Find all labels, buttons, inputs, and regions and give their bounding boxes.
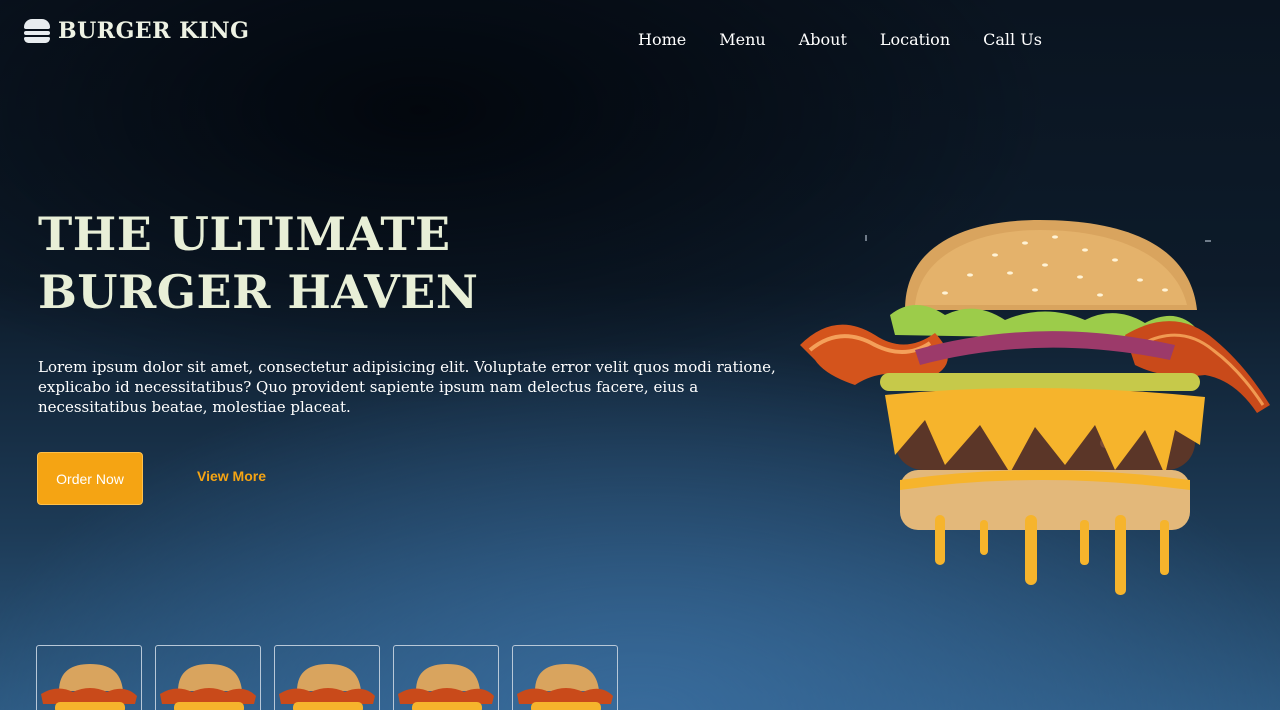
thumbnail-strip <box>36 645 618 710</box>
nav-home[interactable]: Home <box>638 30 686 49</box>
hero-title: THE ULTIMATE BURGER HAVEN <box>38 205 478 321</box>
brand-logo[interactable]: BURGER KING <box>24 18 249 44</box>
nav-menu[interactable]: Menu <box>719 30 765 49</box>
hero-title-line-1: THE ULTIMATE <box>38 207 451 261</box>
nav-location[interactable]: Location <box>880 30 950 49</box>
hero-description: Lorem ipsum dolor sit amet, consectetur … <box>38 358 776 416</box>
thumbnail-4[interactable] <box>393 645 499 710</box>
burger-icon <box>24 19 50 43</box>
thumbnail-3[interactable] <box>274 645 380 710</box>
view-more-button[interactable]: View More <box>197 468 266 484</box>
main-nav: Home Menu About Location Call Us <box>638 30 1042 49</box>
brand-name: BURGER KING <box>58 18 250 44</box>
thumbnail-2[interactable] <box>155 645 261 710</box>
nav-about[interactable]: About <box>799 30 847 49</box>
thumbnail-5[interactable] <box>512 645 618 710</box>
nav-call-us[interactable]: Call Us <box>983 30 1042 49</box>
thumbnail-1[interactable] <box>36 645 142 710</box>
hero-burger-image <box>795 125 1280 610</box>
order-now-button[interactable]: Order Now <box>37 452 143 505</box>
hero-title-line-2: BURGER HAVEN <box>38 265 479 319</box>
